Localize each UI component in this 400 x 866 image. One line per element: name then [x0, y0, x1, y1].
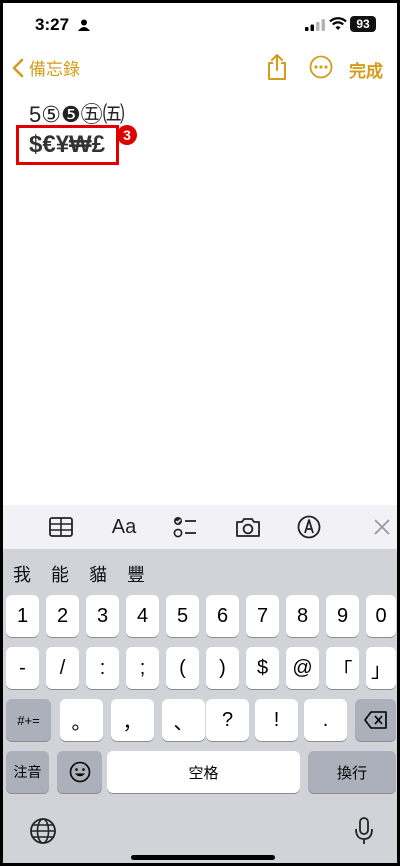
key-hyphen[interactable]: - — [6, 647, 39, 689]
done-button[interactable]: 完成 — [349, 57, 383, 82]
candidate-word[interactable]: 能 — [51, 561, 69, 587]
key-dollar[interactable]: $ — [246, 647, 279, 689]
close-icon[interactable] — [373, 515, 391, 539]
key-4[interactable]: 4 — [126, 595, 159, 637]
table-icon[interactable] — [49, 515, 73, 539]
key-slash[interactable]: / — [46, 647, 79, 689]
candidate-word[interactable]: 豐 — [127, 561, 145, 587]
status-bar: 3:27 93 — [3, 3, 397, 47]
key-question[interactable]: ? — [206, 699, 249, 741]
back-button[interactable]: 備忘錄 — [11, 55, 80, 80]
key-exclamation[interactable]: ! — [255, 699, 298, 741]
cellular-signal-icon — [305, 19, 325, 31]
zhuyin-key[interactable]: 注音 — [6, 751, 49, 793]
back-label: 備忘錄 — [29, 60, 80, 79]
key-5[interactable]: 5 — [166, 595, 199, 637]
share-icon[interactable] — [265, 53, 289, 81]
key-colon[interactable]: : — [86, 647, 119, 689]
key-6[interactable]: 6 — [206, 595, 239, 637]
key-2[interactable]: 2 — [46, 595, 79, 637]
emoji-icon — [69, 761, 90, 783]
key-close-paren[interactable]: ) — [206, 647, 239, 689]
status-time: 3:27 — [35, 15, 70, 34]
battery-icon: 93 — [350, 16, 376, 32]
formatting-toolbar: Aa — [3, 505, 397, 549]
key-9[interactable]: 9 — [326, 595, 359, 637]
space-key[interactable]: 空格 — [107, 751, 300, 793]
key-8[interactable]: 8 — [286, 595, 319, 637]
keyboard: 我 能 貓 豐 1 2 3 4 5 6 7 8 9 0 - / : ; ( ) … — [3, 549, 397, 863]
return-key[interactable]: 換行 — [308, 751, 396, 793]
candidate-word[interactable]: 我 — [13, 561, 31, 587]
markup-pen-icon[interactable] — [297, 515, 321, 539]
key-close-bracket[interactable]: 」 — [366, 647, 396, 689]
more-symbols-key[interactable]: #+= — [6, 699, 51, 741]
key-at[interactable]: @ — [286, 647, 319, 689]
home-indicator — [131, 855, 275, 860]
key-semicolon[interactable]: ; — [126, 647, 159, 689]
candidate-word[interactable]: 貓 — [89, 561, 107, 587]
key-3[interactable]: 3 — [86, 595, 119, 637]
microphone-icon[interactable] — [355, 817, 373, 845]
notes-screen: 3:27 93 備忘錄 完成 5⑤❺㊄㈤ $€¥₩£ 3 Aa 我 能 貓 豐 … — [0, 0, 400, 866]
emoji-key[interactable] — [57, 751, 102, 793]
annotation-highlight-box — [16, 125, 119, 165]
nav-bar: 備忘錄 完成 — [3, 47, 397, 91]
wifi-icon — [329, 17, 347, 30]
globe-icon[interactable] — [29, 817, 57, 845]
text-format-button[interactable]: Aa — [111, 515, 137, 539]
key-enumeration-comma[interactable]: 、 — [162, 699, 205, 741]
key-period[interactable]: . — [304, 699, 347, 741]
delete-key[interactable] — [355, 699, 396, 741]
annotation-number-badge: 3 — [117, 125, 137, 145]
key-1[interactable]: 1 — [6, 595, 39, 637]
key-full-stop[interactable]: 。 — [60, 699, 103, 741]
person-icon — [78, 19, 90, 31]
key-7[interactable]: 7 — [246, 595, 279, 637]
checklist-icon[interactable] — [173, 515, 197, 539]
key-comma[interactable]: ， — [111, 699, 154, 741]
key-0[interactable]: 0 — [366, 595, 396, 637]
more-options-icon[interactable] — [309, 55, 333, 79]
key-open-bracket[interactable]: 「 — [326, 647, 359, 689]
chevron-left-icon — [12, 58, 24, 77]
key-open-paren[interactable]: ( — [166, 647, 199, 689]
camera-icon[interactable] — [235, 515, 261, 539]
backspace-icon — [363, 711, 387, 729]
